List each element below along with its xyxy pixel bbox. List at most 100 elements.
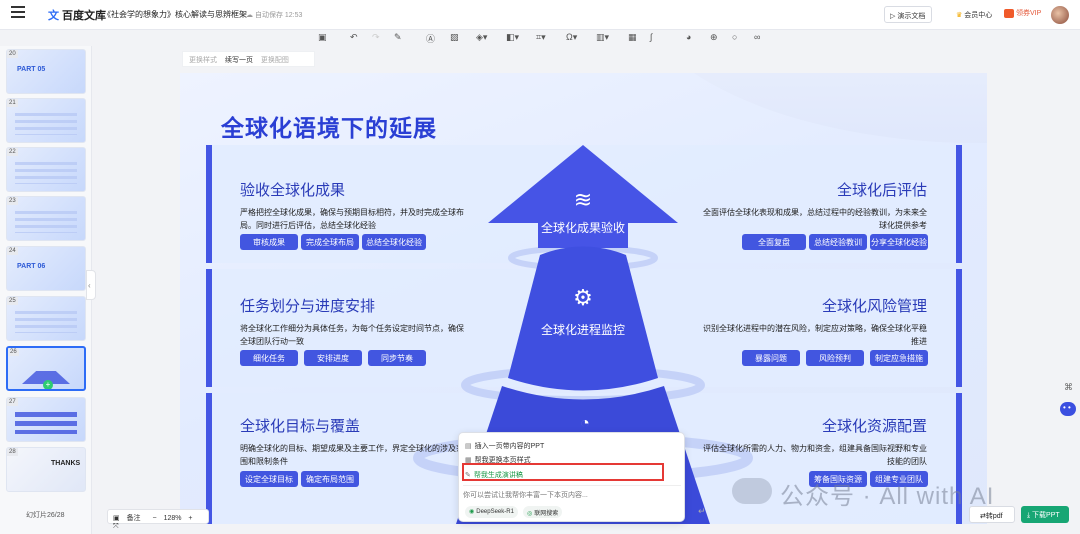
- bar-chart-icon[interactable]: ▥▾: [596, 32, 609, 43]
- deepseek-model-toggle[interactable]: ◉ DeepSeek-R1: [465, 506, 518, 518]
- thumbnail-slide-23[interactable]: 23: [6, 196, 86, 241]
- thumbnail-slide-22[interactable]: 22: [6, 147, 86, 192]
- wechat-icon: [732, 478, 772, 504]
- block-goals-coverage: 全球化目标与覆盖 明确全球化的目标、期望成果及主要工作，界定全球化的涉及范围和限…: [240, 415, 470, 468]
- hamburger-menu-icon[interactable]: [11, 6, 25, 18]
- zoom-out-icon[interactable]: −: [153, 515, 157, 522]
- chip-button[interactable]: 设定全球目标: [240, 471, 298, 487]
- thumb-number: 27: [7, 398, 18, 406]
- pdf-label: 转pdf: [985, 513, 1003, 520]
- slide-counter: 幻灯片26/28: [26, 512, 65, 519]
- insert-icon: ▤: [465, 443, 472, 450]
- format-brush-icon[interactable]: ✎: [394, 32, 402, 43]
- stack-layers-icon: ≋: [573, 187, 593, 212]
- redo-icon[interactable]: ↷: [372, 32, 380, 43]
- change-style-button[interactable]: 更换样式: [189, 57, 217, 64]
- notes-button[interactable]: ▣ 备注: [113, 515, 146, 522]
- thumbnail-slide-26[interactable]: 26 +: [6, 346, 86, 391]
- search-icon[interactable]: ○: [732, 32, 737, 42]
- text-icon[interactable]: Ⓐ: [426, 32, 435, 45]
- logo-text: 百度文库: [62, 10, 106, 22]
- crop-icon[interactable]: ⌗▾: [536, 32, 546, 43]
- thumb-title: PART 05: [17, 66, 46, 73]
- avatar[interactable]: [1051, 6, 1069, 24]
- thumb-content: [15, 311, 77, 333]
- crown-icon: ♛: [956, 12, 963, 19]
- chip-button[interactable]: 总结全球化经验: [362, 234, 426, 250]
- thumb-number: 21: [7, 99, 18, 107]
- chip-button[interactable]: 风险预判: [806, 350, 864, 366]
- thumb-content: [15, 113, 77, 135]
- chip-button[interactable]: 总结经验教训: [809, 234, 867, 250]
- notes-label: 备注: [126, 515, 141, 522]
- thumbnail-slide-25[interactable]: 25: [6, 296, 86, 341]
- continue-page-button[interactable]: 续写一页: [225, 57, 253, 64]
- web-search-toggle[interactable]: ◎ 联网搜索: [523, 506, 563, 518]
- chip-button[interactable]: 全面复盘: [742, 234, 806, 250]
- thumbnail-slide-27[interactable]: 27: [6, 397, 86, 442]
- logo[interactable]: 文百度文库: [48, 7, 106, 23]
- thumb-number: 20: [7, 50, 18, 58]
- add-icon[interactable]: ⊕: [710, 32, 718, 43]
- document-title[interactable]: 《社会学的想象力》核心解读与思辨框架: [103, 9, 247, 20]
- undo-icon[interactable]: ↶: [350, 32, 358, 43]
- block-acceptance: 验收全球化成果 严格把控全球化成果，确保与预期目标相符，并及时完成全球布局。同时…: [240, 179, 470, 232]
- chip-button[interactable]: 细化任务: [240, 350, 298, 366]
- top-bar: 文百度文库 《社会学的想象力》核心解读与思辨框架 ☁ 自动保存 12:53 ▷ …: [0, 0, 1080, 30]
- autosave-status: ☁ 自动保存 12:53: [246, 10, 302, 20]
- fit-screen-icon[interactable]: ⤧: [113, 523, 119, 530]
- model-icon: ◉: [469, 509, 475, 515]
- formula-icon[interactable]: ∫: [650, 32, 652, 42]
- change-image-button[interactable]: 更换配图: [261, 57, 289, 64]
- block-post-evaluation: 全球化后评估 全面评估全球化表现和成果，总结过程中的经验教训，为未来全球化提供参…: [697, 179, 927, 232]
- thumbnail-slide-24[interactable]: 24 PART 06: [6, 246, 86, 291]
- thumb-number: 26: [8, 348, 19, 356]
- chip-button[interactable]: 分享全球化经验: [870, 234, 928, 250]
- ai-assistant-popup: ▤插入一页带内容的PPT ▦帮我更换本页样式 ✎帮我生成演讲稿 ◉DeepSee…: [458, 432, 706, 522]
- block-text: 全面评估全球化表现和成果，总结过程中的经验教训，为未来全球化提供参考: [703, 208, 927, 230]
- chip-button[interactable]: 制定应急措施: [870, 350, 928, 366]
- gift-vip-link[interactable]: 领券VIP: [1004, 8, 1041, 18]
- download-ppt-button[interactable]: ⤓ 下载PPT: [1021, 506, 1069, 523]
- chip-button[interactable]: 安排进度: [304, 350, 362, 366]
- watermark-text: 公众号 · All with AI: [780, 483, 995, 510]
- chart-icon[interactable]: ◧▾: [506, 32, 519, 43]
- table-icon[interactable]: ▦: [628, 32, 637, 43]
- link-icon[interactable]: ∞: [754, 32, 760, 42]
- shortcut-icon[interactable]: ⌘: [1064, 382, 1073, 393]
- chip-button[interactable]: 同步节奏: [368, 350, 426, 366]
- block-heading: 验收全球化成果: [240, 182, 346, 199]
- chip-button[interactable]: 审核成果: [240, 234, 298, 250]
- ai-bot-icon[interactable]: [1060, 402, 1076, 416]
- chip-button[interactable]: 暴露问题: [742, 350, 800, 366]
- zoom-control: ▣ 备注 − 128% + ⤧: [107, 509, 209, 530]
- thumbnail-slide-20[interactable]: 20 PART 05: [6, 49, 86, 94]
- add-slide-icon[interactable]: +: [43, 380, 53, 389]
- thumbnail-slide-28[interactable]: 28 THANKS: [6, 447, 86, 492]
- zoom-level[interactable]: 128%: [164, 515, 182, 522]
- shape-icon[interactable]: ◈▾: [476, 32, 487, 43]
- palette-icon[interactable]: ◕: [686, 32, 691, 42]
- zoom-in-icon[interactable]: +: [188, 515, 192, 522]
- pyramid-layer-middle: [508, 246, 658, 391]
- ai-prompt-input[interactable]: [463, 489, 668, 501]
- gift-icon: [1004, 8, 1014, 18]
- thumb-number: 23: [7, 197, 18, 205]
- pyramid-label-top: 全球化成果验收: [540, 221, 625, 235]
- collapse-panel-icon[interactable]: ‹: [86, 270, 96, 300]
- chip-button[interactable]: 完成全球布局: [301, 234, 359, 250]
- thumbnail-slide-21[interactable]: 21: [6, 98, 86, 143]
- block-task-division: 任务划分与进度安排 将全球化工作细分为具体任务，为每个任务设定时间节点，确保全球…: [240, 295, 470, 348]
- vip-center-link[interactable]: ♛ 会员中心: [956, 10, 992, 20]
- present-button[interactable]: ▷ 演示文档: [884, 6, 932, 23]
- save-icon[interactable]: ▣: [318, 32, 327, 43]
- divider: [463, 485, 681, 486]
- block-resource-allocation: 全球化资源配置 评估全球化所需的人力、物力和资金，组建具备国际视野和专业技能的团…: [697, 415, 927, 468]
- symbol-icon[interactable]: Ω▾: [566, 32, 577, 43]
- chip-button[interactable]: 确定布局范围: [301, 471, 359, 487]
- image-icon[interactable]: ▨: [450, 32, 459, 43]
- insert-page-option[interactable]: ▤ 插入一页带内容的PPT: [465, 441, 544, 451]
- send-icon[interactable]: ↵: [698, 506, 706, 517]
- convert-pdf-button[interactable]: ⇄转pdf: [969, 506, 1015, 523]
- highlight-box: [462, 463, 664, 481]
